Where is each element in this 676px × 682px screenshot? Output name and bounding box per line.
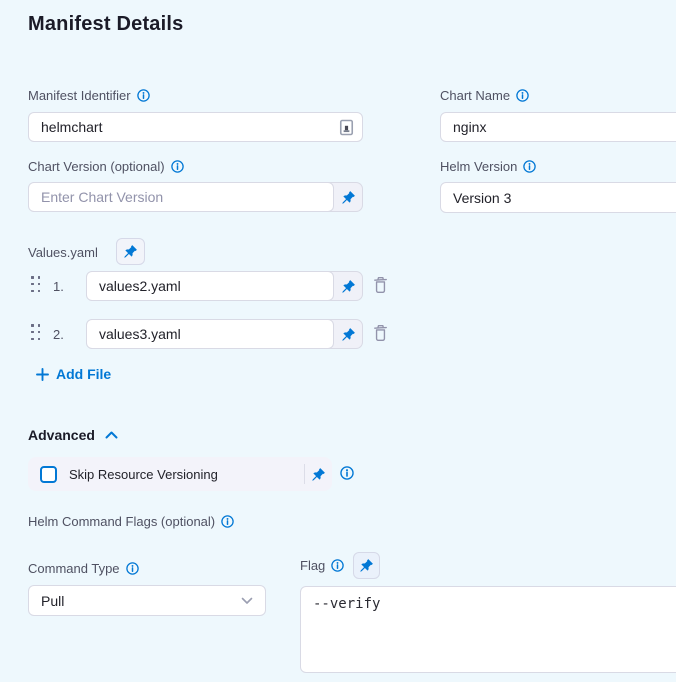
pin-icon xyxy=(123,244,138,259)
add-file-button[interactable]: Add File xyxy=(36,366,111,382)
delete-file-button[interactable] xyxy=(372,323,389,342)
trash-icon xyxy=(372,275,389,294)
flag-label: Flag xyxy=(300,558,344,573)
pin-icon xyxy=(359,558,374,573)
values-file-input-1[interactable] xyxy=(86,271,334,301)
pin-icon[interactable] xyxy=(305,467,332,482)
manifest-identifier-label: Manifest Identifier xyxy=(28,88,150,103)
manifest-identifier-input[interactable] xyxy=(28,112,363,142)
flag-textarea[interactable]: --verify xyxy=(300,586,676,673)
chart-name-label: Chart Name xyxy=(440,88,529,103)
helm-version-label: Helm Version xyxy=(440,159,536,174)
manifest-details-panel: Manifest Details Manifest Identifier Cha… xyxy=(0,0,676,682)
info-icon[interactable] xyxy=(516,89,529,102)
chevron-up-icon xyxy=(105,431,118,439)
advanced-section-toggle[interactable]: Advanced xyxy=(28,427,118,443)
skip-resource-versioning-label: Skip Resource Versioning xyxy=(69,467,218,482)
info-icon[interactable] xyxy=(137,89,150,102)
pin-button[interactable] xyxy=(116,238,145,265)
drag-handle[interactable] xyxy=(31,276,40,292)
plus-icon xyxy=(36,368,49,381)
pin-icon[interactable] xyxy=(334,272,362,300)
chart-name-input[interactable] xyxy=(440,112,676,142)
row-number: 2. xyxy=(53,327,64,342)
pin-button[interactable] xyxy=(353,552,380,579)
helm-version-select[interactable]: Version 3 xyxy=(440,182,676,213)
info-icon[interactable] xyxy=(523,160,536,173)
command-type-select[interactable]: Pull xyxy=(28,585,266,616)
info-icon[interactable] xyxy=(340,466,354,480)
chart-version-input[interactable] xyxy=(28,182,334,212)
info-icon[interactable] xyxy=(331,559,344,572)
skip-resource-versioning-checkbox[interactable] xyxy=(40,466,57,483)
delete-file-button[interactable] xyxy=(372,275,389,294)
values-file-field xyxy=(86,271,363,301)
row-number: 1. xyxy=(53,279,64,294)
chevron-down-icon xyxy=(241,597,253,605)
skip-resource-versioning-field: Skip Resource Versioning xyxy=(28,457,332,491)
values-file-field xyxy=(86,319,363,349)
chart-version-field xyxy=(28,182,363,212)
drag-handle[interactable] xyxy=(31,324,40,340)
trash-icon xyxy=(372,323,389,342)
pin-icon[interactable] xyxy=(334,320,362,348)
info-icon[interactable] xyxy=(126,562,139,575)
chart-version-label: Chart Version (optional) xyxy=(28,159,184,174)
pin-icon[interactable] xyxy=(334,183,362,211)
command-type-label: Command Type xyxy=(28,561,139,576)
values-file-input-2[interactable] xyxy=(86,319,334,349)
helm-command-flags-label: Helm Command Flags (optional) xyxy=(28,514,234,529)
page-title: Manifest Details xyxy=(28,13,183,36)
info-icon[interactable] xyxy=(221,515,234,528)
values-yaml-label: Values.yaml xyxy=(28,245,98,260)
info-icon[interactable] xyxy=(171,160,184,173)
